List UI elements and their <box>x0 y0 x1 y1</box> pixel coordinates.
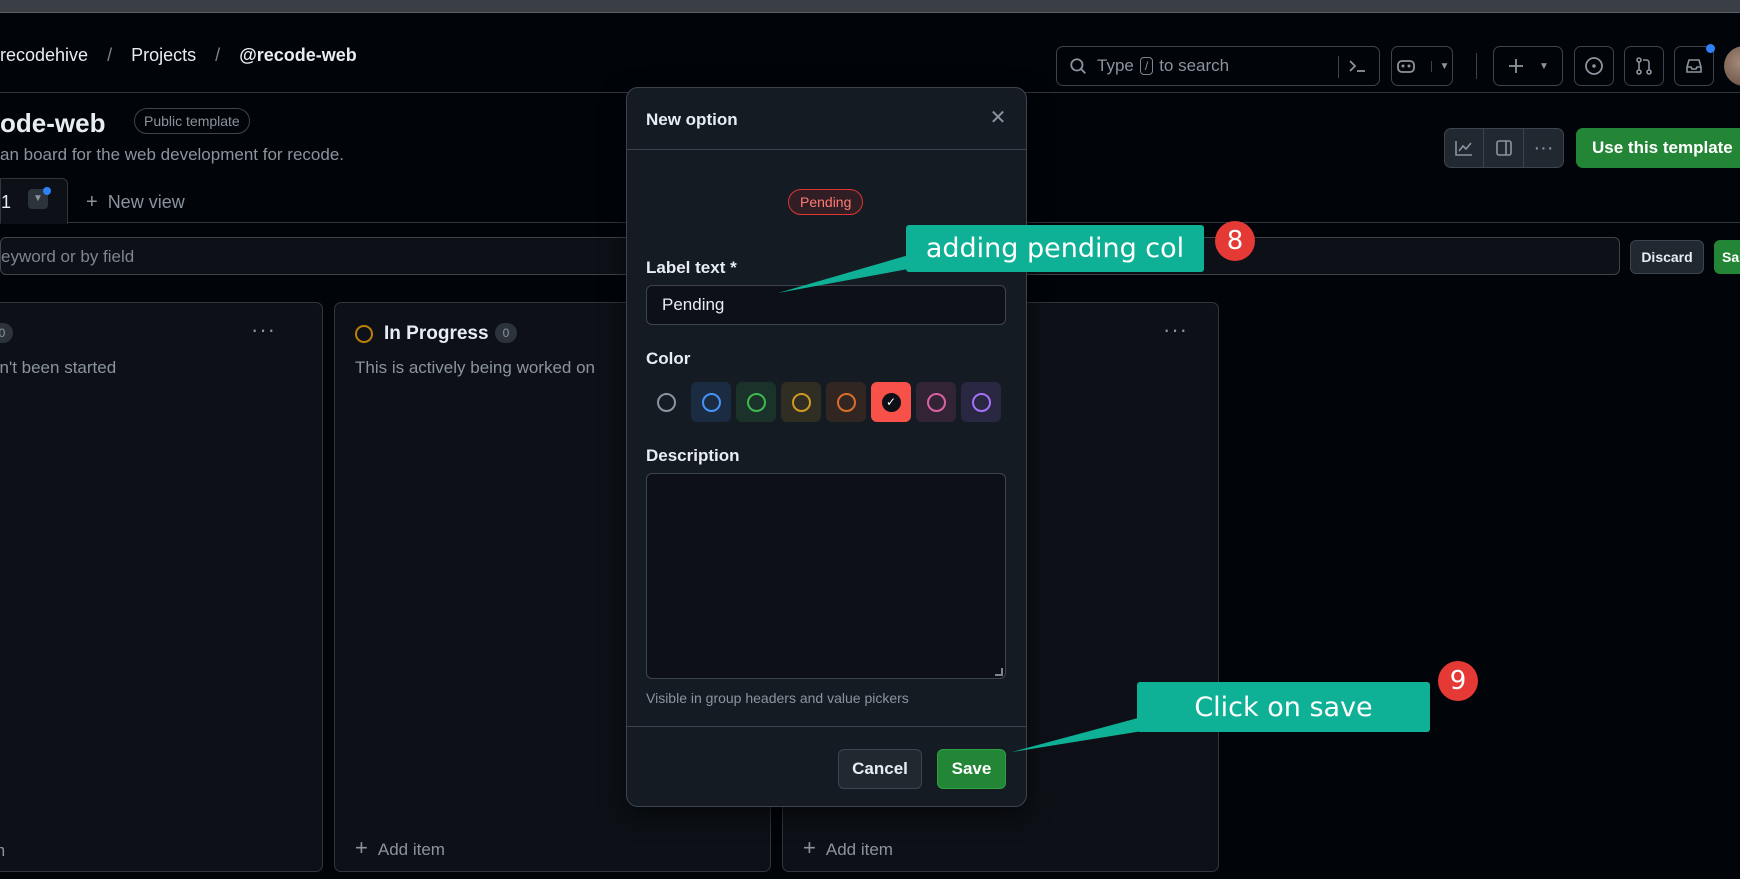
breadcrumb-projects[interactable]: Projects <box>131 45 196 65</box>
new-view-button[interactable]: + New view <box>86 191 185 214</box>
copilot-button[interactable]: ▼ <box>1391 46 1453 86</box>
check-circle-icon: ✓ <box>881 392 901 412</box>
plus-icon: + <box>86 191 98 213</box>
add-item-button[interactable]: + Add item <box>355 835 445 861</box>
circle-icon <box>701 392 721 412</box>
project-description: an board for the web development for rec… <box>0 145 344 164</box>
circle-icon <box>971 392 991 412</box>
column-menu-icon[interactable]: ··· <box>1163 317 1188 343</box>
breadcrumb-separator: / <box>215 45 221 65</box>
breadcrumb-separator: / <box>107 45 113 65</box>
circle-icon <box>836 392 856 412</box>
pull-request-icon <box>1636 57 1652 75</box>
pull-requests-button[interactable] <box>1624 46 1664 86</box>
resize-handle-icon[interactable] <box>995 668 1003 676</box>
step-number-8: 8 <box>1215 221 1255 261</box>
column-description: sn't been started <box>0 358 117 377</box>
command-palette-icon[interactable] <box>1338 56 1369 78</box>
kebab-horizontal-icon: ··· <box>1533 136 1554 159</box>
filter-placeholder: eyword or by field <box>1 247 135 266</box>
discard-button[interactable]: Discard <box>1630 240 1704 274</box>
search-suffix: to search <box>1159 56 1230 75</box>
dialog-footer-divider <box>627 726 1026 727</box>
color-swatch-red[interactable]: ✓ <box>871 382 911 422</box>
search-input[interactable]: Type / to search <box>1056 46 1380 86</box>
description-hint: Visible in group headers and value picke… <box>646 690 909 706</box>
color-swatch-blue[interactable] <box>691 382 731 422</box>
side-panel-button[interactable] <box>1484 128 1524 168</box>
color-swatch-pink[interactable] <box>916 382 956 422</box>
save-view-button[interactable]: Sa <box>1714 240 1740 274</box>
column-menu-icon[interactable]: ··· <box>251 317 276 343</box>
unsaved-changes-dot <box>43 187 51 195</box>
public-template-badge: Public template <box>134 108 250 134</box>
search-shortcut-key: / <box>1139 57 1154 75</box>
step-number-9: 9 <box>1438 661 1478 701</box>
breadcrumb-org[interactable]: recodehive <box>0 45 88 65</box>
save-button[interactable]: Save <box>937 749 1006 789</box>
description-heading: Description <box>646 446 740 465</box>
graph-icon <box>1455 141 1472 156</box>
header-divider <box>1476 53 1477 79</box>
description-textarea[interactable] <box>646 473 1006 679</box>
circle-icon <box>746 392 766 412</box>
column-title: In Progress <box>384 323 489 344</box>
close-icon[interactable]: ✕ <box>984 104 1012 132</box>
plus-icon <box>1509 59 1524 73</box>
callout-step-9: Click on save <box>1137 682 1430 732</box>
avatar[interactable] <box>1724 46 1740 86</box>
dialog-title: New option <box>646 110 738 129</box>
color-swatch-gray[interactable] <box>646 382 686 422</box>
breadcrumb-current[interactable]: @recode-web <box>239 45 357 65</box>
add-item-button[interactable]: + Add item <box>803 835 893 861</box>
column-count: 0 <box>495 323 517 343</box>
circle-icon <box>656 392 676 412</box>
window-chrome <box>0 0 1740 13</box>
circle-icon <box>791 392 811 412</box>
notification-dot <box>1706 44 1715 53</box>
tab-view-1[interactable]: 1 ▼ <box>0 178 68 224</box>
color-swatch-yellow[interactable] <box>781 382 821 422</box>
create-new-button[interactable]: ▼ <box>1493 46 1563 86</box>
dialog-header: New option ✕ <box>627 88 1026 150</box>
add-item-button[interactable]: m <box>0 841 5 861</box>
chevron-down-icon: ▼ <box>1539 60 1549 72</box>
column-description: This is actively being worked on <box>355 358 596 377</box>
project-title: ode-web <box>0 108 106 138</box>
label-text-heading: Label text * <box>646 258 737 277</box>
plus-icon: + <box>803 835 816 860</box>
chevron-down-icon[interactable]: ▼ <box>1430 60 1449 72</box>
new-view-label: New view <box>107 192 185 212</box>
status-circle-icon <box>355 325 373 343</box>
copilot-icon <box>1396 60 1415 73</box>
inbox-icon <box>1686 59 1702 73</box>
tab-label: 1 <box>1 192 12 212</box>
sidebar-icon <box>1495 140 1512 156</box>
add-item-label: Add item <box>377 840 445 859</box>
search-icon <box>1070 58 1086 74</box>
app-header: recodehive / Projects / @recode-web Type… <box>0 13 1740 93</box>
label-text-input[interactable]: Pending <box>646 285 1006 325</box>
column-count: 0 <box>0 323 13 343</box>
add-item-label: Add item <box>825 840 893 859</box>
color-swatch-purple[interactable] <box>961 382 1001 422</box>
circle-icon <box>926 392 946 412</box>
search-prefix: Type <box>1097 56 1134 75</box>
insights-button[interactable] <box>1444 128 1484 168</box>
option-preview-badge: Pending <box>788 189 864 215</box>
more-options-button[interactable]: ··· <box>1524 128 1564 168</box>
plus-icon: + <box>355 835 368 860</box>
color-heading: Color <box>646 349 691 368</box>
callout-step-8: adding pending col <box>906 225 1204 272</box>
use-template-button[interactable]: Use this template <box>1576 128 1740 168</box>
color-swatch-orange[interactable] <box>826 382 866 422</box>
issue-icon <box>1585 57 1603 75</box>
breadcrumb: recodehive / Projects / @recode-web <box>0 45 371 66</box>
new-option-dialog: New option ✕ Pending Label text * Pendin… <box>626 87 1027 807</box>
color-swatch-green[interactable] <box>736 382 776 422</box>
board-column-todo: 0 ··· sn't been started m <box>0 302 323 872</box>
issues-button[interactable] <box>1574 46 1614 86</box>
cancel-button[interactable]: Cancel <box>838 749 922 789</box>
